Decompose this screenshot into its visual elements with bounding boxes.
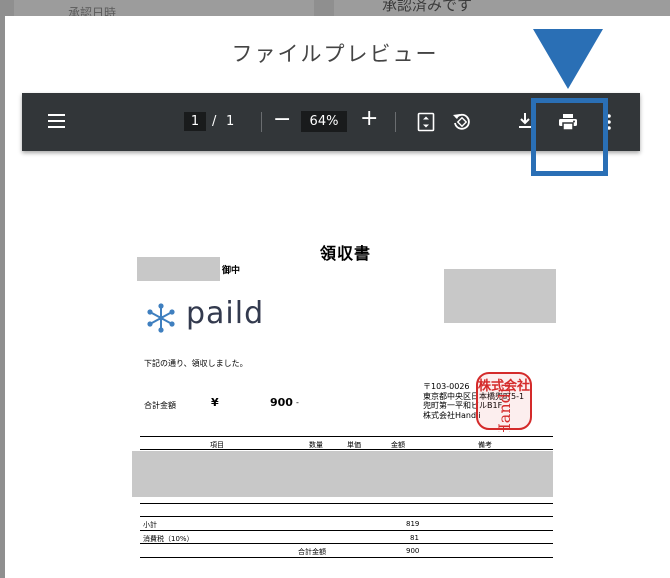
page-separator: / <box>212 114 217 129</box>
company-seal-stamp: 株式会社 Handii <box>476 372 532 432</box>
menu-icon[interactable] <box>48 114 65 128</box>
receipt-intro: 下記の通り、領収しました。 <box>144 359 248 368</box>
background-approved-text: 承認済みです <box>382 0 473 14</box>
fit-to-page-icon[interactable] <box>417 112 435 132</box>
table-top-border <box>140 436 553 437</box>
table-header-border <box>140 449 553 450</box>
toolbar-divider <box>395 112 396 132</box>
subtotal-label: 小計 <box>143 521 157 529</box>
paild-logo-icon <box>147 303 175 333</box>
redacted-block <box>444 269 556 323</box>
currency-symbol: ¥ <box>211 396 219 409</box>
table-bottom-border <box>140 557 553 558</box>
print-button-highlight <box>531 98 608 176</box>
receipt-title: 領収書 <box>320 244 372 263</box>
current-page-input[interactable]: 1 <box>184 112 206 131</box>
table-row-border <box>140 516 553 517</box>
table-row-border <box>140 503 553 504</box>
addressee-suffix: 御中 <box>222 266 241 276</box>
rotate-icon[interactable] <box>451 111 473 133</box>
svg-text:Handii: Handii <box>495 383 514 432</box>
table-row-border <box>140 543 553 544</box>
toolbar-divider <box>261 112 262 132</box>
zoom-level-input[interactable]: 64% <box>301 111 347 132</box>
table-row-border <box>140 530 553 531</box>
grand-total-value: 900 <box>406 547 420 555</box>
total-pages: 1 <box>226 114 235 129</box>
zoom-out-button[interactable]: − <box>273 107 291 133</box>
total-amount-label: 合計金額 <box>144 401 176 410</box>
grand-total-label: 合計金額 <box>298 548 326 556</box>
subtotal-value: 819 <box>406 520 420 528</box>
tax-value: 81 <box>410 534 419 542</box>
total-amount-value: 900 <box>270 396 293 409</box>
paild-logo-text: paild <box>186 296 265 331</box>
redacted-line-items <box>132 451 553 497</box>
total-amount-suffix: - <box>296 398 299 407</box>
redacted-addressee <box>137 257 220 281</box>
zoom-in-button[interactable]: + <box>360 106 378 132</box>
download-icon[interactable] <box>518 112 532 130</box>
highlight-arrow-icon <box>533 29 603 89</box>
